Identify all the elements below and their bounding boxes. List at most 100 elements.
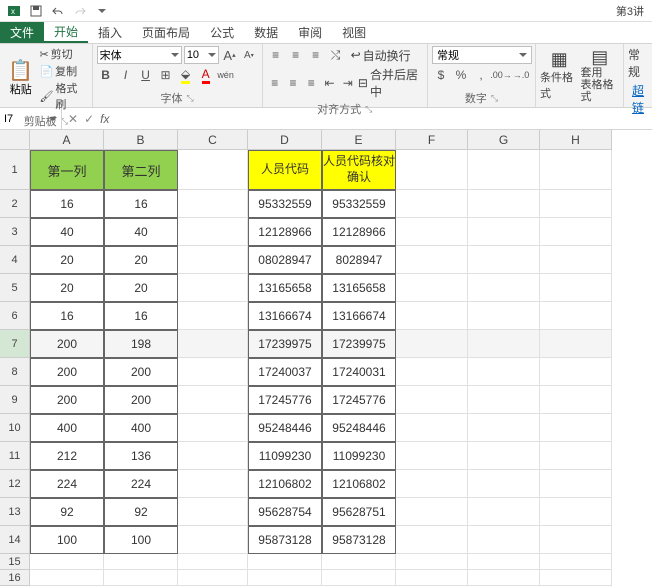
cell[interactable] bbox=[178, 358, 248, 386]
cell[interactable] bbox=[396, 330, 468, 358]
cell[interactable]: 200 bbox=[104, 386, 178, 414]
cell[interactable] bbox=[396, 218, 468, 246]
cell[interactable]: 8028947 bbox=[322, 246, 396, 274]
cell-g1[interactable] bbox=[468, 150, 540, 190]
cell[interactable]: 200 bbox=[30, 358, 104, 386]
cell[interactable] bbox=[178, 498, 248, 526]
align-middle-button[interactable]: ≡ bbox=[287, 46, 305, 64]
cell[interactable]: 13166674 bbox=[322, 302, 396, 330]
cell[interactable] bbox=[540, 274, 612, 302]
row-header[interactable]: 7 bbox=[0, 330, 30, 358]
cell[interactable]: 11099230 bbox=[248, 442, 322, 470]
cell[interactable] bbox=[468, 442, 540, 470]
cell[interactable] bbox=[104, 570, 178, 586]
tab-review[interactable]: 审阅 bbox=[288, 22, 332, 43]
cell[interactable]: 95248446 bbox=[248, 414, 322, 442]
cell[interactable] bbox=[178, 218, 248, 246]
cell[interactable]: 198 bbox=[104, 330, 178, 358]
cell[interactable] bbox=[30, 570, 104, 586]
col-header-h[interactable]: H bbox=[540, 130, 612, 150]
cell[interactable]: 95332559 bbox=[322, 190, 396, 218]
cell[interactable] bbox=[396, 554, 468, 570]
orientation-button[interactable]: ⤭ bbox=[327, 46, 345, 64]
cell[interactable] bbox=[322, 554, 396, 570]
col-header-f[interactable]: F bbox=[396, 130, 468, 150]
cell[interactable] bbox=[396, 386, 468, 414]
tab-home[interactable]: 开始 bbox=[44, 22, 88, 43]
cell[interactable] bbox=[396, 570, 468, 586]
shrink-font-button[interactable]: A▾ bbox=[240, 46, 257, 64]
align-center-button[interactable]: ≡ bbox=[285, 74, 301, 92]
cell-e1[interactable]: 人员代码核对确认 bbox=[322, 150, 396, 190]
cell[interactable] bbox=[178, 554, 248, 570]
row-header[interactable]: 12 bbox=[0, 470, 30, 498]
number-format-select[interactable]: 常规 bbox=[432, 46, 532, 64]
comma-button[interactable]: , bbox=[472, 66, 490, 84]
cell[interactable] bbox=[468, 498, 540, 526]
cell[interactable] bbox=[248, 570, 322, 586]
wrap-text-button[interactable]: ↩自动换行 bbox=[351, 47, 411, 64]
cell[interactable] bbox=[468, 246, 540, 274]
cell[interactable] bbox=[178, 274, 248, 302]
copy-button[interactable]: 📄复制 bbox=[39, 63, 87, 79]
accounting-button[interactable]: $ bbox=[432, 66, 450, 84]
cell[interactable] bbox=[396, 442, 468, 470]
cell[interactable]: 20 bbox=[30, 246, 104, 274]
fx-icon[interactable]: fx bbox=[100, 112, 109, 126]
cell[interactable] bbox=[178, 302, 248, 330]
bold-button[interactable]: B bbox=[97, 66, 115, 84]
row-header[interactable]: 5 bbox=[0, 274, 30, 302]
enter-icon[interactable]: ✓ bbox=[84, 112, 94, 126]
launcher-icon[interactable]: ⤡ bbox=[491, 93, 498, 104]
row-header[interactable]: 16 bbox=[0, 570, 30, 586]
cell[interactable] bbox=[178, 246, 248, 274]
cell[interactable]: 20 bbox=[104, 246, 178, 274]
row-header[interactable]: 2 bbox=[0, 190, 30, 218]
decrease-decimal-button[interactable]: →.0 bbox=[512, 66, 530, 84]
cell[interactable] bbox=[468, 470, 540, 498]
excel-icon[interactable]: x bbox=[4, 2, 24, 20]
qat-customize-icon[interactable] bbox=[92, 2, 112, 20]
cell[interactable] bbox=[30, 554, 104, 570]
cell[interactable] bbox=[468, 554, 540, 570]
tab-data[interactable]: 数据 bbox=[244, 22, 288, 43]
cell[interactable] bbox=[468, 526, 540, 554]
cell[interactable]: 95628751 bbox=[322, 498, 396, 526]
row-header[interactable]: 1 bbox=[0, 150, 30, 190]
launcher-icon[interactable]: ⤡ bbox=[186, 93, 193, 104]
col-header-b[interactable]: B bbox=[104, 130, 178, 150]
cell[interactable]: 12128966 bbox=[248, 218, 322, 246]
cell[interactable] bbox=[540, 498, 612, 526]
cell[interactable] bbox=[468, 330, 540, 358]
name-box[interactable]: I7 bbox=[0, 108, 62, 129]
cell[interactable] bbox=[322, 570, 396, 586]
cell[interactable]: 95873128 bbox=[248, 526, 322, 554]
cell[interactable]: 136 bbox=[104, 442, 178, 470]
col-header-c[interactable]: C bbox=[178, 130, 248, 150]
col-header-d[interactable]: D bbox=[248, 130, 322, 150]
undo-icon[interactable] bbox=[48, 2, 68, 20]
cell[interactable] bbox=[468, 190, 540, 218]
cell[interactable]: 16 bbox=[30, 190, 104, 218]
cell[interactable] bbox=[540, 358, 612, 386]
cell[interactable] bbox=[178, 470, 248, 498]
cell[interactable] bbox=[540, 414, 612, 442]
cell[interactable] bbox=[540, 386, 612, 414]
cell[interactable] bbox=[178, 190, 248, 218]
cell-c1[interactable] bbox=[178, 150, 248, 190]
format-as-table-button[interactable]: ▤套用 表格格式 bbox=[580, 46, 619, 105]
decrease-indent-button[interactable]: ⇤ bbox=[321, 74, 337, 92]
cell[interactable]: 17245776 bbox=[248, 386, 322, 414]
formula-input[interactable] bbox=[115, 108, 646, 129]
cell[interactable] bbox=[540, 218, 612, 246]
cell[interactable] bbox=[104, 554, 178, 570]
cell[interactable]: 92 bbox=[104, 498, 178, 526]
cell[interactable] bbox=[540, 470, 612, 498]
row-header[interactable]: 9 bbox=[0, 386, 30, 414]
cell[interactable] bbox=[396, 358, 468, 386]
col-header-a[interactable]: A bbox=[30, 130, 104, 150]
cell[interactable]: 20 bbox=[30, 274, 104, 302]
cell[interactable] bbox=[540, 442, 612, 470]
cell[interactable]: 12106802 bbox=[248, 470, 322, 498]
redo-icon[interactable] bbox=[70, 2, 90, 20]
